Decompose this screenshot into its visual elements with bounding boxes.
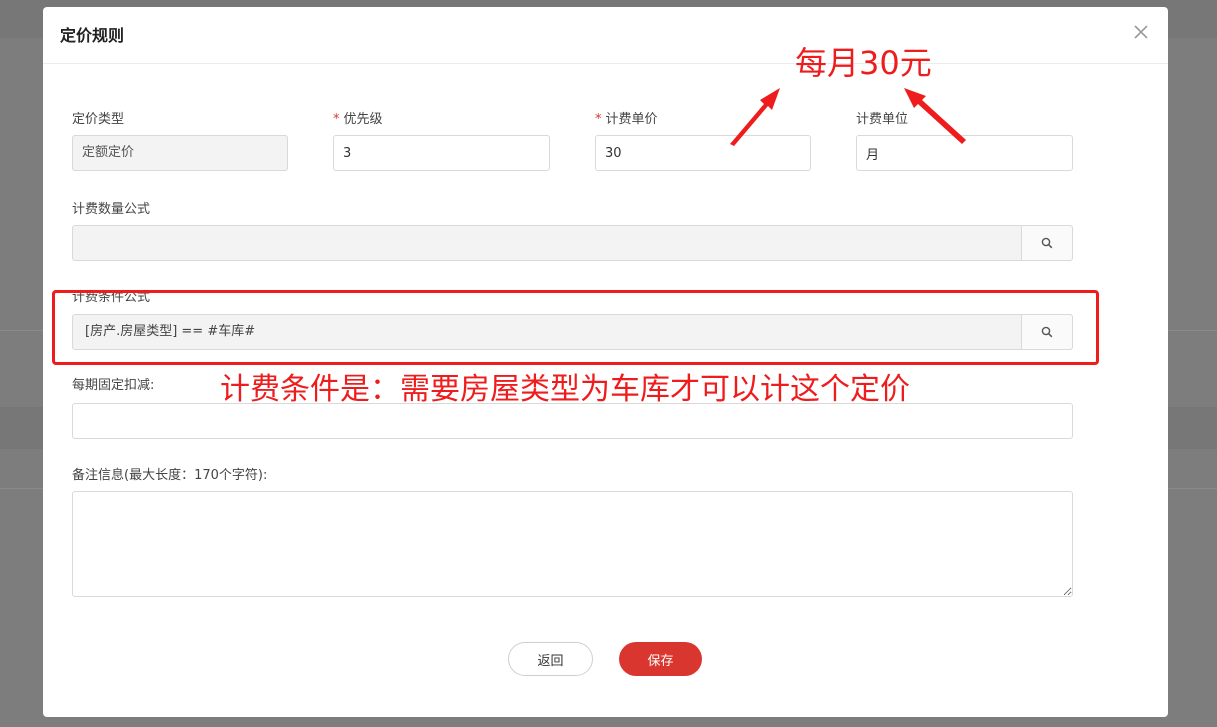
dialog-header: 定价规则: [43, 7, 1168, 64]
remarks-textarea[interactable]: [72, 491, 1073, 597]
dialog-title: 定价规则: [60, 26, 125, 45]
billing-unit-input[interactable]: [856, 135, 1073, 171]
billing-unit-label: 计费单位: [856, 112, 909, 127]
quantity-formula-search-button[interactable]: [1021, 226, 1072, 260]
close-button[interactable]: [1132, 23, 1150, 41]
fixed-deduction-input[interactable]: [72, 403, 1073, 439]
close-icon: [1134, 25, 1148, 39]
quantity-formula-field[interactable]: [72, 225, 1073, 261]
save-button[interactable]: 保存: [619, 642, 702, 676]
unit-price-input[interactable]: [595, 135, 811, 171]
search-icon: [1041, 237, 1053, 249]
pricing-type-field: 定额定价: [72, 135, 288, 171]
quantity-formula-label: 计费数量公式: [72, 202, 151, 217]
remarks-label: 备注信息(最大长度：170个字符):: [72, 468, 268, 483]
back-button[interactable]: 返回: [508, 642, 593, 676]
monthly-price-annotation: 每月30元: [795, 44, 932, 82]
priority-label: * 优先级: [333, 112, 383, 127]
required-mark: *: [333, 112, 340, 127]
required-mark: *: [595, 112, 602, 127]
fixed-deduction-label: 每期固定扣减:: [72, 378, 155, 393]
unit-price-label: * 计费单价: [595, 112, 658, 127]
condition-formula-highlight-box: [52, 290, 1099, 365]
priority-input[interactable]: [333, 135, 550, 171]
condition-annotation: 计费条件是：需要房屋类型为车库才可以计这个定价: [220, 372, 910, 407]
pricing-type-label: 定价类型: [72, 112, 125, 127]
